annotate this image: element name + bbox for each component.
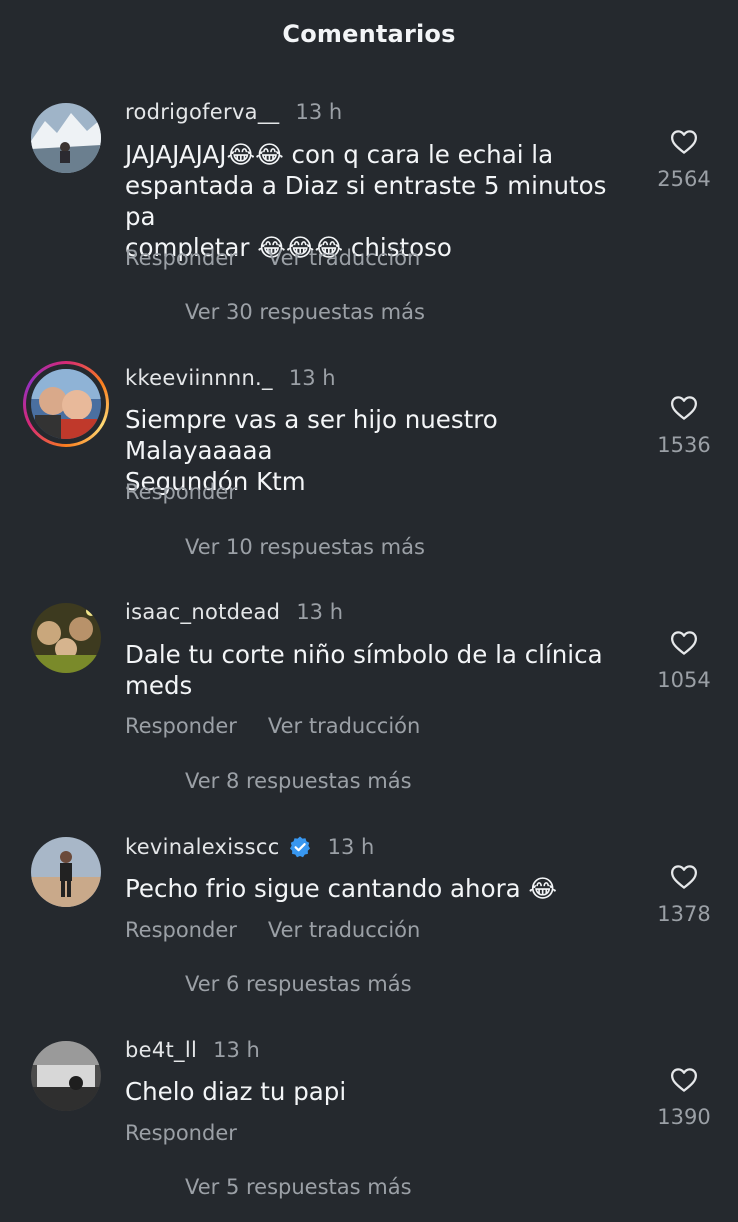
page-title: Comentarios: [282, 20, 456, 48]
username[interactable]: be4t_ll: [125, 1038, 197, 1062]
heart-outline-icon[interactable]: [668, 862, 700, 892]
comment-text: Pecho frio sigue cantando ahora 😂: [125, 873, 635, 904]
comment-text-line: Chelo diaz tu papi: [125, 1077, 347, 1106]
comment-actions: Responder Ver traducción: [125, 244, 451, 272]
username[interactable]: kevinalexisscc: [125, 835, 280, 859]
reply-button[interactable]: Responder: [125, 480, 237, 504]
view-replies-button[interactable]: Ver 8 respuestas más: [185, 766, 412, 796]
comment-actions: Responder: [125, 1119, 268, 1147]
heart-outline-icon[interactable]: [668, 393, 700, 423]
comment-actions: Responder Ver traducción: [125, 712, 451, 740]
translate-button[interactable]: Ver traducción: [268, 918, 420, 942]
like-group: 1536: [650, 393, 718, 457]
translate-button[interactable]: Ver traducción: [268, 714, 420, 738]
comment-text-line: espantada a Diaz si entraste 5 minutos p…: [125, 171, 607, 231]
heart-outline-icon[interactable]: [668, 628, 700, 658]
like-group: 1054: [650, 628, 718, 692]
avatar[interactable]: [31, 1041, 101, 1111]
like-group: 1390: [650, 1065, 718, 1129]
like-count: 2564: [657, 167, 711, 191]
username[interactable]: isaac_notdead: [125, 600, 280, 624]
header: Comentarios: [0, 0, 738, 68]
comment-text-line: Pecho frio sigue cantando ahora 😂: [125, 874, 558, 903]
like-count: 1378: [657, 902, 711, 926]
comment-meta: isaac_notdead 13 h: [125, 598, 343, 626]
username[interactable]: kkeeviinnnn._: [125, 366, 273, 390]
view-replies-button[interactable]: Ver 30 respuestas más: [185, 297, 425, 327]
view-replies-button[interactable]: Ver 5 respuestas más: [185, 1172, 412, 1202]
timestamp: 13 h: [213, 1038, 260, 1062]
comment-text-line: meds: [125, 671, 193, 700]
comment-text: Dale tu corte niño símbolo de la clínica…: [125, 639, 635, 701]
comment-meta: kkeeviinnnn._ 13 h: [125, 364, 336, 392]
username[interactable]: rodrigoferva__: [125, 100, 279, 124]
view-replies-button[interactable]: Ver 10 respuestas más: [185, 532, 425, 562]
heart-outline-icon[interactable]: [668, 127, 700, 157]
comment-text-line: Siempre vas a ser hijo nuestro Malayaaaa…: [125, 405, 498, 465]
translate-button[interactable]: Ver traducción: [268, 246, 420, 270]
timestamp: 13 h: [296, 600, 344, 624]
comment-text-line: JAJAJAJAJ😂😂 con q cara le echai la: [125, 140, 554, 169]
like-count: 1054: [657, 668, 711, 692]
view-replies-button[interactable]: Ver 6 respuestas más: [185, 969, 412, 999]
verified-badge-icon: [289, 836, 310, 858]
timestamp: 13 h: [295, 100, 343, 124]
comment-actions: Responder Ver traducción: [125, 916, 451, 944]
reply-button[interactable]: Responder: [125, 246, 237, 270]
reply-button[interactable]: Responder: [125, 918, 237, 942]
comment-actions: Responder: [125, 478, 268, 506]
like-group: 1378: [650, 862, 718, 926]
timestamp: 13 h: [288, 366, 336, 390]
comment-meta: rodrigoferva__ 13 h: [125, 98, 342, 126]
like-group: 2564: [650, 127, 718, 191]
avatar[interactable]: [31, 369, 101, 439]
avatar[interactable]: [31, 837, 101, 907]
reply-button[interactable]: Responder: [125, 1121, 237, 1145]
like-count: 1390: [657, 1105, 711, 1129]
timestamp: 13 h: [327, 835, 375, 859]
comment-meta: be4t_ll 13 h: [125, 1036, 260, 1064]
comment-text-line: Dale tu corte niño símbolo de la clínica: [125, 640, 603, 669]
like-count: 1536: [657, 433, 711, 457]
avatar[interactable]: [31, 103, 101, 173]
comment-meta: kevinalexisscc 13 h: [125, 833, 374, 861]
reply-button[interactable]: Responder: [125, 714, 237, 738]
comment-text: Chelo diaz tu papi: [125, 1076, 635, 1107]
heart-outline-icon[interactable]: [668, 1065, 700, 1095]
avatar[interactable]: [31, 603, 101, 673]
